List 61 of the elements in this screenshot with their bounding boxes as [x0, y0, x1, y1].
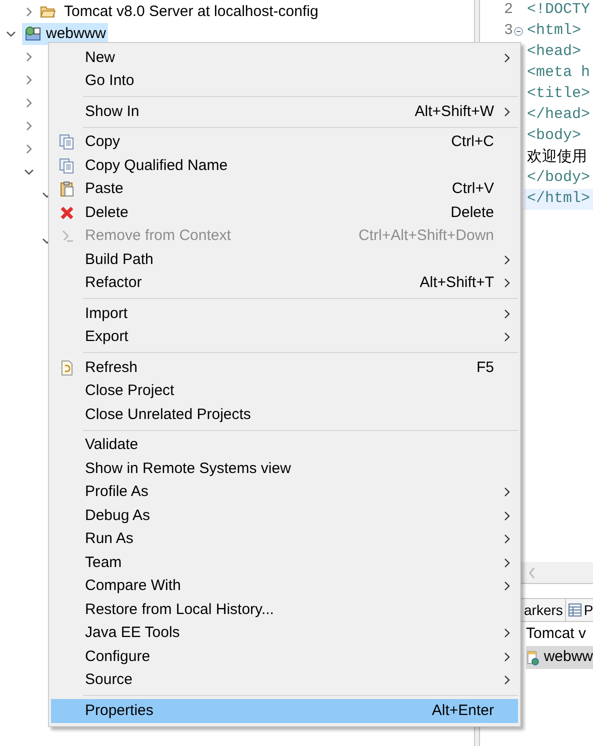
menu-item[interactable]: Configure: [51, 645, 518, 668]
server-row[interactable]: webww: [526, 646, 593, 669]
chevron-right-icon[interactable]: [24, 52, 34, 62]
code-line: </head>: [527, 105, 590, 126]
project-icon: [24, 26, 42, 42]
code-line: <body>: [527, 126, 582, 146]
tree-item[interactable]: webwww: [22, 23, 108, 45]
menu-item[interactable]: Debug As: [51, 504, 518, 528]
menu-item[interactable]: Build Path: [51, 248, 518, 272]
menu-item[interactable]: New: [51, 46, 518, 70]
server-row[interactable]: Tomcat v: [526, 623, 593, 646]
chevron-right-icon[interactable]: [24, 98, 34, 108]
menu-item[interactable]: Delete Delete: [51, 201, 518, 224]
menu-item[interactable]: Show in Remote Systems view: [51, 457, 518, 480]
line-number: 3: [504, 21, 513, 42]
code-line: 欢迎使用: [527, 147, 587, 168]
chevron-right-icon[interactable]: [24, 74, 34, 84]
chevron-down-icon[interactable]: [24, 166, 34, 176]
panel-tab[interactable]: arkers: [522, 599, 566, 621]
chevron-right-icon[interactable]: [24, 7, 34, 17]
menu-item[interactable]: Show In Alt+Shift+W: [51, 100, 518, 124]
menu-item[interactable]: Run As: [51, 528, 518, 551]
menu-item[interactable]: Compare With: [51, 574, 518, 598]
clipboard-icon: [59, 181, 75, 198]
menu-item[interactable]: Go Into: [51, 70, 518, 93]
chevron-down-icon[interactable]: [6, 29, 16, 39]
table-icon: [568, 603, 582, 617]
menu-item[interactable]: Team: [51, 551, 518, 574]
menu-item[interactable]: Properties Alt+Enter: [51, 699, 518, 722]
menu-item[interactable]: Validate: [51, 434, 518, 457]
menu-item[interactable]: Close Project: [51, 380, 518, 403]
code-line: <meta h: [527, 63, 590, 84]
menu-item[interactable]: Export: [51, 326, 518, 349]
menu-item[interactable]: Source: [51, 668, 518, 692]
menu-item[interactable]: Copy Ctrl+C: [51, 130, 518, 154]
chevron-right-icon[interactable]: [24, 120, 34, 130]
delete-icon: [59, 204, 75, 221]
copy-icon: [59, 158, 75, 174]
menu-item[interactable]: Refactor Alt+Shift+T: [51, 272, 518, 295]
refresh-icon: [59, 360, 75, 376]
fold-icon[interactable]: [514, 27, 523, 36]
menu-item[interactable]: Close Unrelated Projects: [51, 403, 518, 426]
menu-item[interactable]: Paste Ctrl+V: [51, 178, 518, 201]
menu-item[interactable]: Java EE Tools: [51, 622, 518, 645]
code-line: <html>: [527, 21, 582, 42]
menu-item[interactable]: Restore from Local History...: [51, 598, 518, 622]
tree-item[interactable]: Tomcat v8.0 Server at localhost-config: [62, 1, 320, 23]
code-line: <!DOCTY: [527, 0, 590, 20]
folder-icon: [40, 5, 56, 19]
copy-icon: [59, 134, 75, 150]
line-number: 2: [504, 0, 513, 20]
module-icon: [526, 650, 540, 666]
chevron-right-icon[interactable]: [24, 144, 34, 154]
menu-item[interactable]: Copy Qualified Name: [51, 154, 518, 178]
menu-item[interactable]: Profile As: [51, 480, 518, 504]
code-line: <head>: [527, 42, 582, 62]
code-line: <title>: [527, 84, 590, 104]
menu-item[interactable]: Import: [51, 302, 518, 326]
code-line: </html>: [527, 189, 590, 210]
code-line: </body>: [527, 168, 590, 188]
menu-item[interactable]: Refresh F5: [51, 356, 518, 380]
